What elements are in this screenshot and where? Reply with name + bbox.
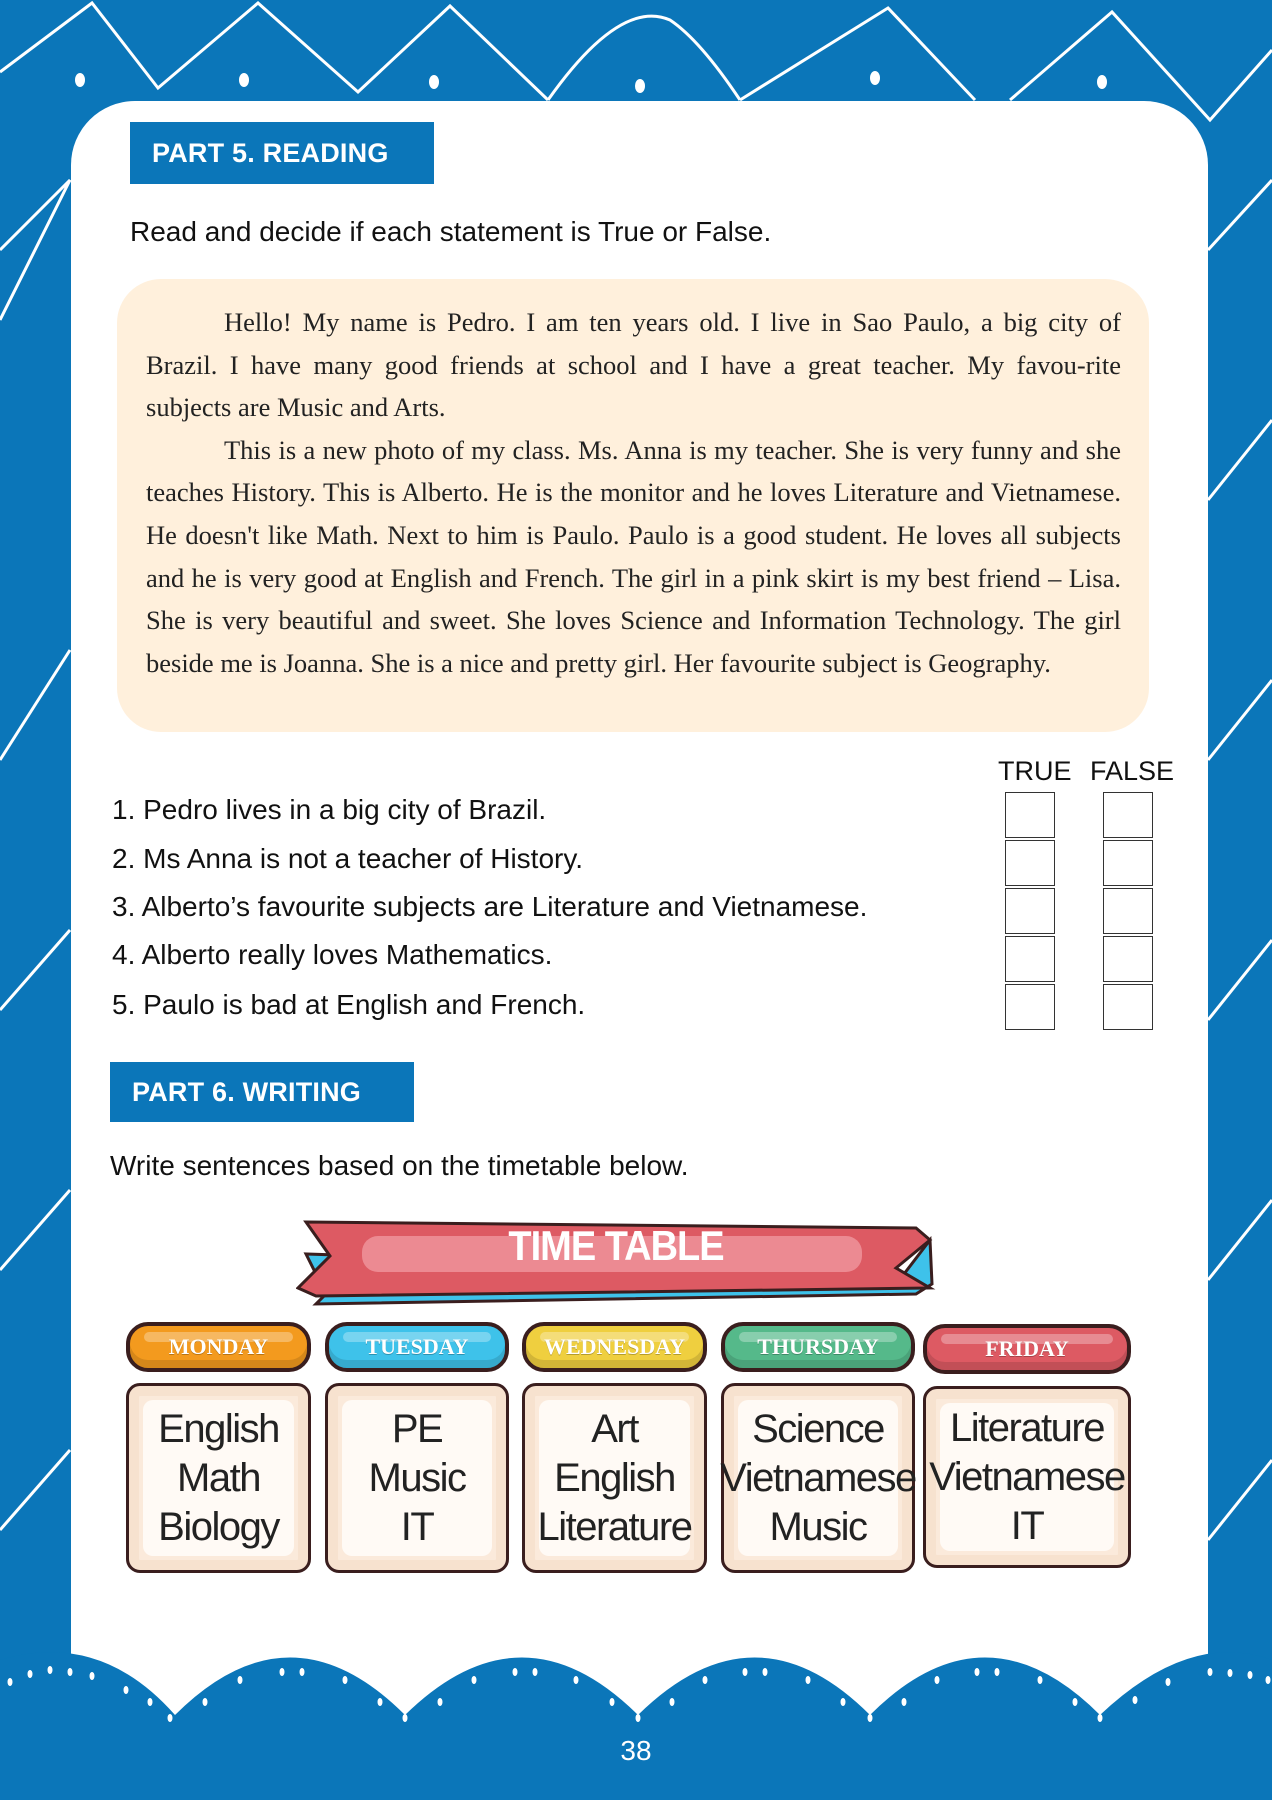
statement-2: 2. Ms Anna is not a teacher of History. [112, 843, 584, 874]
part6-instruction: Write sentences based on the timetable b… [110, 1150, 689, 1181]
statement-4: 4. Alberto really loves Mathematics. [112, 939, 553, 970]
false-checkbox-2[interactable] [1103, 840, 1153, 886]
day-label-wednesday: WEDNESDAY [522, 1322, 707, 1372]
timetable-title: TIME TABLE [508, 1223, 724, 1271]
subject: IT [400, 1504, 435, 1549]
passage-paragraph-1: Hello! My name is Pedro. I am ten years … [146, 307, 1121, 423]
true-checkbox-1[interactable] [1005, 792, 1055, 838]
true-checkbox-4[interactable] [1005, 936, 1055, 982]
subject: Biology [158, 1504, 280, 1549]
statement-3: 3. Alberto’s favourite subjects are Lite… [112, 891, 868, 922]
subjects-thursday: Science Vietnamese Music [720, 1383, 917, 1573]
part5-header: PART 5. READING [130, 122, 434, 184]
false-checkbox-1[interactable] [1103, 792, 1153, 838]
statement-5: 5. Paulo is bad at English and French. [112, 989, 586, 1020]
false-checkbox-5[interactable] [1103, 984, 1153, 1030]
subject: PE [391, 1406, 444, 1451]
statement-1: 1. Pedro lives in a big city of Brazil. [112, 794, 547, 825]
day-label-monday: MONDAY [126, 1322, 311, 1372]
subject: Literature [537, 1504, 693, 1549]
part5-instruction: Read and decide if each statement is Tru… [130, 216, 772, 247]
true-checkbox-3[interactable] [1005, 888, 1055, 934]
day-label-tuesday: TUESDAY [325, 1322, 509, 1372]
subject: Music [769, 1504, 868, 1549]
subject: Science [752, 1406, 885, 1451]
reading-passage: Hello! My name is Pedro. I am ten years … [117, 279, 1149, 732]
subjects-monday: English Math Biology [126, 1383, 311, 1573]
part6-header: PART 6. WRITING [110, 1062, 414, 1122]
subject: Music [368, 1455, 467, 1500]
subject: IT [1010, 1503, 1045, 1548]
subject: Art [591, 1406, 639, 1451]
subject: English [158, 1406, 280, 1451]
true-checkbox-2[interactable] [1005, 840, 1055, 886]
passage-paragraph-2: This is a new photo of my class. Ms. Ann… [146, 434, 1121, 678]
subjects-tuesday: PE Music IT [325, 1383, 509, 1573]
subject: Literature [950, 1405, 1105, 1450]
subject: English [554, 1455, 676, 1500]
subject: Vietnamese [720, 1455, 917, 1500]
subjects-friday: Literature Vietnamese IT [923, 1386, 1131, 1568]
page-number: 38 [620, 1735, 652, 1766]
subject: Math [177, 1455, 261, 1500]
subjects-wednesday: Art English Literature [522, 1383, 707, 1573]
true-column-label: TRUE [998, 756, 1072, 786]
false-column-label: FALSE [1090, 756, 1175, 786]
subject: Vietnamese [929, 1454, 1126, 1499]
true-checkbox-5[interactable] [1005, 984, 1055, 1030]
scalloped-footer [0, 1652, 1272, 1800]
false-checkbox-4[interactable] [1103, 936, 1153, 982]
day-label-thursday: THURSDAY [721, 1322, 915, 1372]
day-label-friday: FRIDAY [923, 1324, 1131, 1374]
false-checkbox-3[interactable] [1103, 888, 1153, 934]
